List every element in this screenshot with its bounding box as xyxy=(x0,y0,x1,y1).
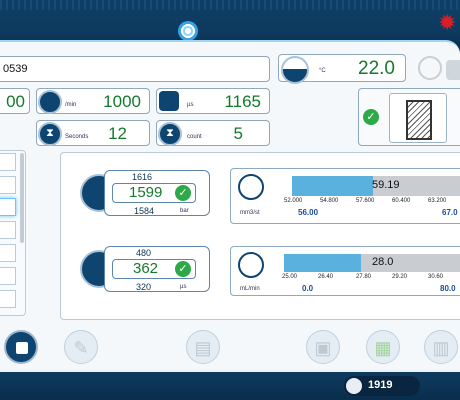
save-button[interactable]: ▣ xyxy=(306,330,340,364)
time-field: ⧗ Seconds 12 xyxy=(36,120,150,146)
stop-icon xyxy=(16,342,28,354)
backleak-bar-value: 28.0 xyxy=(372,256,394,268)
scrollbar[interactable] xyxy=(20,153,24,243)
pressure-upper-limit: 1616 xyxy=(132,172,153,182)
engine-icon xyxy=(346,378,362,394)
side-list-item[interactable] xyxy=(0,176,16,194)
temperature-field: °C 22.0 xyxy=(278,54,406,84)
flow-lower-limit: 320 xyxy=(136,282,152,292)
backleak-bar-fill xyxy=(284,254,362,272)
injector-panel xyxy=(389,93,447,143)
delivery-axis-unit: mm3/st xyxy=(240,210,260,216)
speed-unit: /min xyxy=(65,102,77,108)
footer-value: 1919 xyxy=(368,379,393,391)
delivery-tick: 57.600 xyxy=(356,198,375,204)
pressure-value: 1599 xyxy=(129,184,163,201)
job-code: 0539 xyxy=(3,63,28,75)
temperature-unit: °C xyxy=(319,68,326,74)
backleak-tick: 26.40 xyxy=(318,274,334,280)
backleak-tick: 25.00 xyxy=(282,274,298,280)
hourglass-icon: ⧗ xyxy=(38,122,62,146)
count-label: count xyxy=(187,134,202,140)
temperature-value: 22.0 xyxy=(358,58,395,79)
report-button[interactable]: ▤ xyxy=(186,330,220,364)
pressure-lower-limit: 1584 xyxy=(134,206,155,216)
thermometer-icon xyxy=(418,56,442,80)
side-list-item[interactable] xyxy=(0,290,16,308)
job-code-field[interactable]: 0539 xyxy=(0,56,270,82)
pressure-ok-icon: ✓ xyxy=(175,185,191,201)
speed-gauge-icon xyxy=(38,90,62,114)
backleak-max: 80.0 xyxy=(440,284,456,293)
delivery-tick: 52.000 xyxy=(284,198,303,204)
stroke-unit: µs xyxy=(187,102,194,108)
backleak-min: 0.0 xyxy=(302,284,314,293)
backleak-bar-track: 28.0 xyxy=(284,254,460,272)
pressure-unit: bar xyxy=(180,208,189,214)
flow-value-box: 362 ✓ xyxy=(112,259,196,279)
time-value: 12 xyxy=(108,124,127,143)
tab-handle[interactable] xyxy=(446,60,460,80)
backleak-tick: 29.20 xyxy=(392,274,408,280)
flow-upper-limit: 480 xyxy=(136,248,152,258)
delivery-bar-value: 59.19 xyxy=(372,179,400,191)
speed-field: /min 1000 xyxy=(36,88,150,114)
delivery-tick: 54.800 xyxy=(320,198,339,204)
speed-value: 1000 xyxy=(103,92,141,111)
droplet-icon xyxy=(238,252,264,278)
side-list-item[interactable] xyxy=(0,267,16,285)
spray-icon xyxy=(238,174,264,200)
backleak-tick: 27.80 xyxy=(356,274,372,280)
delivery-tick: 60.400 xyxy=(392,198,411,204)
flow-ok-icon: ✓ xyxy=(175,261,191,277)
stroke-field: µs 1165 xyxy=(156,88,270,114)
delivery-bar-track: 59.19 xyxy=(292,176,460,196)
footer-counter: 1919 xyxy=(344,376,420,396)
status-ok-icon: ✓ xyxy=(363,109,379,125)
delivery-tick: 63.200 xyxy=(428,198,447,204)
status-box: ✓ xyxy=(358,88,460,146)
speed-left-field: 00 xyxy=(0,88,30,114)
pressure-test-button[interactable]: ✎ xyxy=(64,330,98,364)
count-value: 5 xyxy=(233,124,243,143)
injector-icon xyxy=(406,100,432,140)
pulse-icon xyxy=(159,91,179,111)
stroke-value: 1165 xyxy=(224,92,261,111)
hourglass-count-icon: ⧗ xyxy=(158,122,182,146)
count-field: ⧗ count 5 xyxy=(156,120,270,146)
pressure-value-box: 1599 ✓ xyxy=(112,183,196,203)
delivery-bar-fill xyxy=(292,176,373,196)
side-list-item[interactable] xyxy=(0,221,16,239)
side-list-item[interactable] xyxy=(0,198,16,216)
backleak-axis-unit: mL/min xyxy=(240,286,260,292)
delivery-min: 56.00 xyxy=(298,208,319,217)
side-list-item[interactable] xyxy=(0,153,16,171)
temperature-icon xyxy=(281,56,309,84)
speed-left-value: 00 xyxy=(6,92,25,111)
stop-button[interactable] xyxy=(4,330,38,364)
backleak-tick: 30.60 xyxy=(428,274,444,280)
results-grid-button[interactable]: ▦ xyxy=(366,330,400,364)
side-list-item[interactable] xyxy=(0,244,16,262)
print-report-button[interactable]: ▥ xyxy=(424,330,458,364)
gear-icon[interactable]: ✹ xyxy=(438,12,460,34)
delivery-max: 67.0 xyxy=(442,208,458,217)
flow-unit: µs xyxy=(180,284,187,290)
hartridge-logo-icon xyxy=(178,21,198,41)
time-label: Seconds xyxy=(65,134,89,140)
flow-value: 362 xyxy=(133,260,159,277)
